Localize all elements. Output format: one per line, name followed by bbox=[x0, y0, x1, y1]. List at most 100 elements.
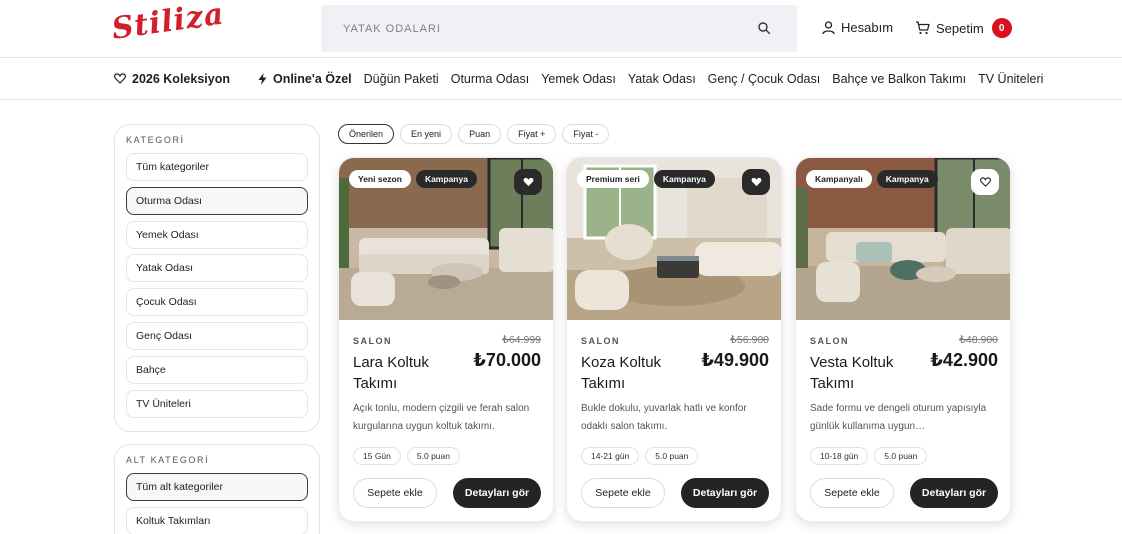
sort-filters: Önerilen En yeni Puan Fiyat + Fiyat - bbox=[338, 124, 610, 144]
sort-fiyat-artan[interactable]: Fiyat + bbox=[507, 124, 557, 144]
badge-label: Kampanyalı bbox=[806, 170, 872, 188]
nav-label: 2026 Koleksiyon bbox=[132, 71, 230, 86]
product-description: Sade formu ve dengeli oturum yapısıyla g… bbox=[810, 403, 987, 432]
badge-row: Kampanyalı Kampanya bbox=[806, 170, 938, 188]
product-image[interactable]: Kampanyalı Kampanya bbox=[796, 158, 1010, 320]
product-price: ₺49.900 bbox=[701, 350, 769, 370]
category-item-bahce[interactable]: Bahçe bbox=[126, 355, 308, 384]
delivery-pill: 15 Gün bbox=[353, 447, 401, 465]
account-label: Hesabım bbox=[841, 20, 894, 35]
delivery-pill: 10-18 gün bbox=[810, 447, 869, 465]
subcategory-title: ALT KATEGORİ bbox=[126, 455, 210, 465]
category-title: KATEGORİ bbox=[126, 135, 185, 145]
search-icon[interactable] bbox=[757, 21, 771, 35]
nav-item-oturma-odasi[interactable]: Oturma Odası bbox=[451, 72, 530, 86]
product-title[interactable]: Lara Koltuk Takımı bbox=[353, 352, 453, 394]
nav-item-bahce-balkon[interactable]: Bahçe ve Balkon Takımı bbox=[832, 72, 966, 86]
product-card[interactable]: Yeni sezon Kampanya SALON ₺64.999 Lara K… bbox=[338, 157, 554, 522]
product-card[interactable]: Kampanyalı Kampanya SALON ₺48.900 Vesta … bbox=[795, 157, 1011, 522]
heart-icon bbox=[523, 177, 533, 187]
nav-label: Online'a Özel bbox=[272, 71, 352, 86]
category-item-yemek-odasi[interactable]: Yemek Odası bbox=[126, 220, 308, 249]
badge-row: Premium seri Kampanya bbox=[577, 170, 715, 188]
search-bar[interactable]: YATAK ODALARI bbox=[321, 5, 797, 52]
delivery-pill: 14-21 gün bbox=[581, 447, 640, 465]
view-details-button[interactable]: Detayları gör bbox=[910, 478, 998, 508]
nav-item-yemek-odasi[interactable]: Yemek Odası bbox=[541, 72, 616, 86]
product-description: Bukle dokulu, yuvarlak hatlı ve konfor o… bbox=[581, 403, 747, 432]
category-item-tv-uniteleri[interactable]: TV Üniteleri bbox=[126, 389, 308, 418]
product-image[interactable]: Yeni sezon Kampanya bbox=[339, 158, 553, 320]
rating-pill: 5.0 puan bbox=[874, 447, 928, 465]
search-input[interactable]: YATAK ODALARI bbox=[343, 23, 441, 35]
product-price: ₺42.900 bbox=[930, 350, 998, 370]
product-meta: 15 Gün 5.0 puan bbox=[353, 447, 460, 465]
nav-item-dugun-paketi[interactable]: Düğün Paketi bbox=[364, 72, 439, 86]
lightning-icon bbox=[258, 72, 267, 85]
product-actions: Sepete ekle Detayları gör bbox=[353, 478, 541, 508]
site-header: Stiliza YATAK ODALARI Hesabım Sepetim 0 bbox=[0, 0, 1122, 58]
view-details-button[interactable]: Detayları gör bbox=[453, 478, 541, 508]
category-item-genc-odasi[interactable]: Genç Odası bbox=[126, 321, 308, 350]
badge-row: Yeni sezon Kampanya bbox=[349, 170, 477, 188]
heart-icon bbox=[114, 73, 126, 84]
product-title[interactable]: Koza Koltuk Takımı bbox=[581, 352, 681, 394]
sort-fiyat-azalan[interactable]: Fiyat - bbox=[562, 124, 610, 144]
cart-label: Sepetim bbox=[936, 20, 984, 36]
badge-label: Kampanya bbox=[876, 170, 938, 188]
product-description: Açık tonlu, modern çizgili ve ferah salo… bbox=[353, 403, 530, 432]
category-item-yatak-odasi[interactable]: Yatak Odası bbox=[126, 254, 308, 283]
favorite-button[interactable] bbox=[742, 169, 770, 195]
brand-logo[interactable]: Stiliza bbox=[110, 0, 227, 47]
badge-label: Kampanya bbox=[415, 170, 477, 188]
rating-pill: 5.0 puan bbox=[645, 447, 699, 465]
cart-icon bbox=[916, 21, 930, 35]
heart-icon bbox=[751, 177, 761, 187]
add-to-cart-button[interactable]: Sepete ekle bbox=[581, 478, 665, 508]
product-meta: 10-18 gün 5.0 puan bbox=[810, 447, 928, 465]
product-meta: 14-21 gün 5.0 puan bbox=[581, 447, 699, 465]
badge-label: Premium seri bbox=[577, 170, 649, 188]
product-info: SALON ₺48.900 Vesta Koltuk Takımı ₺42.90… bbox=[810, 334, 998, 508]
nav-item-tv-uniteleri[interactable]: TV Üniteleri bbox=[978, 72, 1043, 86]
cart-link[interactable]: Sepetim 0 bbox=[915, 18, 1012, 38]
main-navigation: 2026 Koleksiyon Online'a Özel Düğün Pake… bbox=[0, 58, 1122, 100]
badge-label: Kampanya bbox=[653, 170, 715, 188]
sort-en-yeni[interactable]: En yeni bbox=[400, 124, 453, 144]
add-to-cart-button[interactable]: Sepete ekle bbox=[810, 478, 894, 508]
product-price: ₺70.000 bbox=[473, 350, 541, 370]
heart-outline-icon bbox=[979, 177, 991, 187]
category-item-oturma-odasi[interactable]: Oturma Odası bbox=[126, 186, 308, 215]
product-info: SALON ₺56.900 Koza Koltuk Takımı ₺49.900… bbox=[581, 334, 769, 508]
rating-pill: 5.0 puan bbox=[406, 447, 460, 465]
account-link[interactable]: Hesabım bbox=[822, 20, 893, 35]
product-image[interactable]: Premium seri Kampanya bbox=[567, 158, 781, 320]
sort-puan[interactable]: Puan bbox=[458, 124, 502, 144]
user-icon bbox=[822, 20, 835, 34]
nav-item-genc-cocuk-odasi[interactable]: Genç / Çocuk Odası bbox=[708, 72, 821, 86]
subcategory-item-koltuk-takimlari[interactable]: Koltuk Takımları bbox=[126, 506, 308, 534]
subcategory-panel: ALT KATEGORİ Tüm alt kategoriler Koltuk … bbox=[114, 444, 320, 534]
badge-label: Yeni sezon bbox=[349, 170, 411, 188]
category-item-cocuk-odasi[interactable]: Çocuk Odası bbox=[126, 288, 308, 317]
subcategory-item-tum[interactable]: Tüm alt kategoriler bbox=[126, 473, 308, 501]
product-old-price: ₺64.999 bbox=[502, 334, 541, 346]
product-title[interactable]: Vesta Koltuk Takımı bbox=[810, 352, 910, 394]
nav-item-yatak-odasi[interactable]: Yatak Odası bbox=[628, 72, 696, 86]
favorite-button[interactable] bbox=[514, 169, 542, 195]
nav-item-koleksiyon[interactable]: 2026 Koleksiyon bbox=[114, 72, 230, 86]
sort-onerilen[interactable]: Önerilen bbox=[338, 124, 395, 144]
product-old-price: ₺48.900 bbox=[959, 334, 998, 346]
product-card[interactable]: Premium seri Kampanya SALON ₺56.900 Koza… bbox=[566, 157, 782, 522]
add-to-cart-button[interactable]: Sepete ekle bbox=[353, 478, 437, 508]
cart-count-badge: 0 bbox=[991, 18, 1012, 38]
favorite-button[interactable] bbox=[971, 169, 999, 195]
product-actions: Sepete ekle Detayları gör bbox=[581, 478, 769, 508]
category-panel: KATEGORİ Tüm kategoriler Oturma Odası Ye… bbox=[114, 124, 320, 432]
view-details-button[interactable]: Detayları gör bbox=[681, 478, 769, 508]
category-item-tum[interactable]: Tüm kategoriler bbox=[126, 153, 308, 181]
product-info: SALON ₺64.999 Lara Koltuk Takımı ₺70.000… bbox=[353, 334, 541, 508]
product-actions: Sepete ekle Detayları gör bbox=[810, 478, 998, 508]
nav-item-online-ozel[interactable]: Online'a Özel bbox=[258, 72, 352, 86]
product-old-price: ₺56.900 bbox=[730, 334, 769, 346]
